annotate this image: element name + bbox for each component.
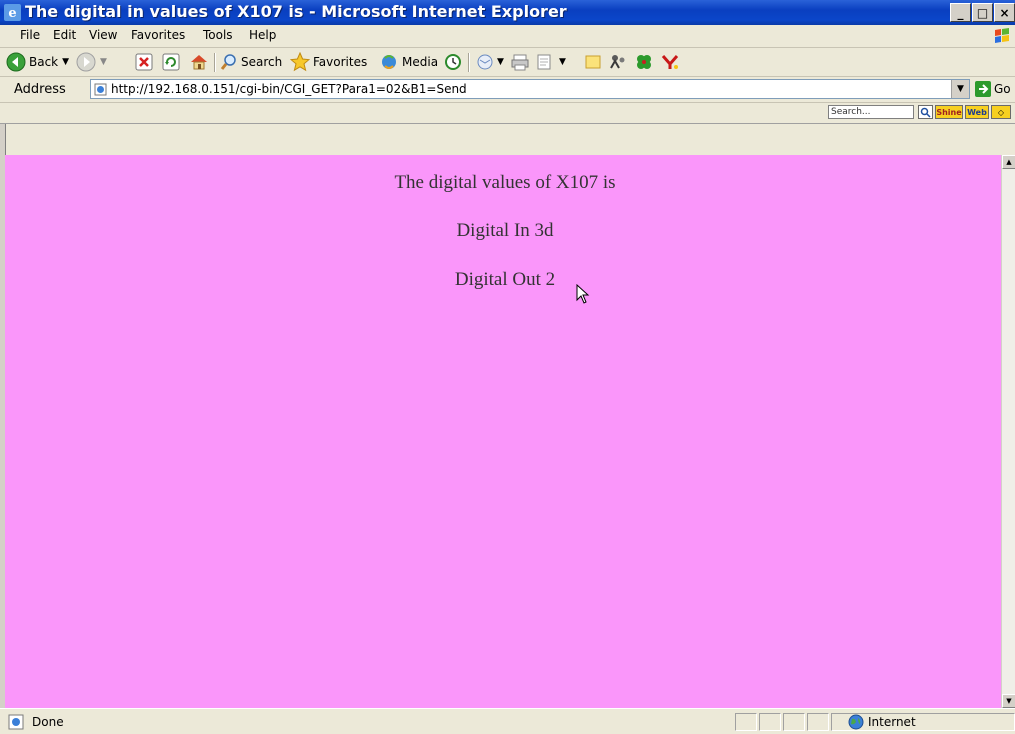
forward-dropdown-icon[interactable]: ▼ bbox=[100, 57, 107, 67]
window-title: The digital in values of X107 is - Micro… bbox=[25, 2, 567, 21]
back-button[interactable]: Back ▼ bbox=[6, 52, 69, 72]
address-bar: Address http://192.168.0.151/cgi-bin/CGI… bbox=[0, 77, 1015, 103]
edit-dropdown-icon[interactable]: ▼ bbox=[559, 57, 566, 67]
menu-bar: File Edit View Favorites Tools Help bbox=[0, 25, 1015, 48]
media-icon bbox=[382, 55, 396, 69]
mouse-cursor-icon bbox=[576, 284, 590, 304]
history-button[interactable] bbox=[443, 52, 463, 72]
menu-favorites[interactable]: Favorites bbox=[131, 28, 185, 42]
favorites-button[interactable]: Favorites bbox=[290, 52, 367, 72]
media-label: Media bbox=[402, 55, 439, 69]
mail-dropdown-icon[interactable]: ▼ bbox=[497, 57, 504, 67]
search-toolbar: Search... Shine Web ◇ bbox=[0, 103, 1015, 124]
home-button[interactable] bbox=[189, 52, 209, 72]
status-pane bbox=[735, 713, 757, 731]
browser-window: e The digital in values of X107 is - Mic… bbox=[0, 0, 1015, 734]
toolbar-separator bbox=[214, 53, 216, 72]
menu-tools[interactable]: Tools bbox=[203, 28, 233, 42]
toolbar-search-icon[interactable] bbox=[918, 105, 933, 119]
digital-out-value: Digital Out 2 bbox=[454, 269, 556, 290]
toolbar-search-input[interactable]: Search... bbox=[828, 105, 914, 119]
mail-button[interactable]: ▼ bbox=[475, 52, 504, 72]
address-label: Address bbox=[14, 82, 66, 97]
clover-icon bbox=[637, 55, 651, 69]
star-icon bbox=[290, 52, 310, 72]
status-text: Done bbox=[32, 715, 64, 729]
web-button[interactable]: Web bbox=[965, 105, 989, 119]
stop-button[interactable] bbox=[135, 52, 153, 72]
go-label: Go bbox=[994, 82, 1011, 96]
status-bar: Done Internet bbox=[0, 708, 1015, 734]
history-icon bbox=[445, 54, 461, 70]
close-button[interactable]: × bbox=[994, 3, 1015, 22]
page-loaded-icon bbox=[8, 714, 24, 730]
forward-arrow-icon bbox=[76, 52, 96, 72]
globe-icon bbox=[848, 714, 864, 730]
addon-button[interactable] bbox=[634, 52, 654, 72]
toolbar-separator bbox=[468, 53, 470, 72]
back-label: Back bbox=[29, 55, 59, 69]
page-content: The digital values of X107 is Digital In… bbox=[5, 155, 1001, 708]
toolbar-gap bbox=[0, 124, 1015, 155]
home-icon bbox=[191, 55, 207, 70]
favorites-label: Favorites bbox=[313, 55, 368, 69]
status-pane bbox=[783, 713, 805, 731]
page-icon bbox=[94, 83, 107, 96]
menu-edit[interactable]: Edit bbox=[53, 28, 76, 42]
address-url: http://192.168.0.151/cgi-bin/CGI_GET?Par… bbox=[111, 82, 467, 96]
scroll-up-icon[interactable]: ▲ bbox=[1002, 155, 1015, 169]
digital-in-value: Digital In 3d bbox=[456, 220, 554, 241]
notes-button[interactable] bbox=[584, 52, 602, 72]
mail-icon bbox=[477, 54, 493, 70]
media-button[interactable]: Media bbox=[379, 52, 438, 72]
menu-file[interactable]: File bbox=[20, 28, 40, 42]
yahoo-icon bbox=[661, 55, 679, 69]
print-button[interactable] bbox=[511, 52, 529, 72]
ie-icon: e bbox=[4, 4, 21, 21]
title-bar: e The digital in values of X107 is - Mic… bbox=[0, 0, 1015, 25]
yahoo-button[interactable] bbox=[660, 52, 680, 72]
back-arrow-icon bbox=[6, 52, 26, 72]
edit-document-icon bbox=[537, 54, 551, 70]
stop-icon bbox=[135, 53, 153, 71]
address-dropdown-icon[interactable]: ▼ bbox=[951, 80, 969, 98]
messenger-button[interactable] bbox=[608, 52, 628, 72]
address-input[interactable]: http://192.168.0.151/cgi-bin/CGI_GET?Par… bbox=[90, 79, 970, 99]
edit-button[interactable]: ▼ bbox=[535, 52, 566, 72]
go-button[interactable]: Go bbox=[975, 81, 1011, 97]
search-icon bbox=[220, 54, 236, 70]
folder-note-icon bbox=[585, 55, 601, 69]
status-pane bbox=[759, 713, 781, 731]
status-pane bbox=[807, 713, 829, 731]
go-arrow-icon bbox=[975, 81, 991, 97]
security-zone-label: Internet bbox=[868, 715, 916, 729]
refresh-button[interactable] bbox=[162, 52, 180, 72]
refresh-icon bbox=[162, 53, 180, 71]
toolbar: Back ▼ ▼ Search Favorites Media ▼ ▼ bbox=[0, 48, 1015, 77]
printer-icon bbox=[511, 54, 529, 71]
shine-button[interactable]: Shine bbox=[935, 105, 963, 119]
magnifier-icon bbox=[920, 107, 931, 118]
menu-view[interactable]: View bbox=[89, 28, 117, 42]
windows-logo-icon bbox=[991, 26, 1013, 46]
back-dropdown-icon[interactable]: ▼ bbox=[62, 57, 69, 67]
values-heading: The digital values of X107 is bbox=[394, 172, 616, 193]
search-label: Search bbox=[241, 55, 283, 69]
toolbar-extra-icon[interactable]: ◇ bbox=[991, 105, 1011, 119]
messenger-icon bbox=[610, 55, 625, 69]
scroll-down-icon[interactable]: ▼ bbox=[1002, 694, 1015, 708]
menu-help[interactable]: Help bbox=[249, 28, 276, 42]
search-button[interactable]: Search bbox=[220, 52, 282, 72]
svg-text:e: e bbox=[8, 6, 16, 21]
maximize-button[interactable]: □ bbox=[972, 3, 993, 22]
vertical-scrollbar[interactable]: ▲ ▼ bbox=[1001, 155, 1015, 708]
forward-button[interactable]: ▼ bbox=[76, 52, 107, 72]
minimize-button[interactable]: _ bbox=[950, 3, 971, 22]
